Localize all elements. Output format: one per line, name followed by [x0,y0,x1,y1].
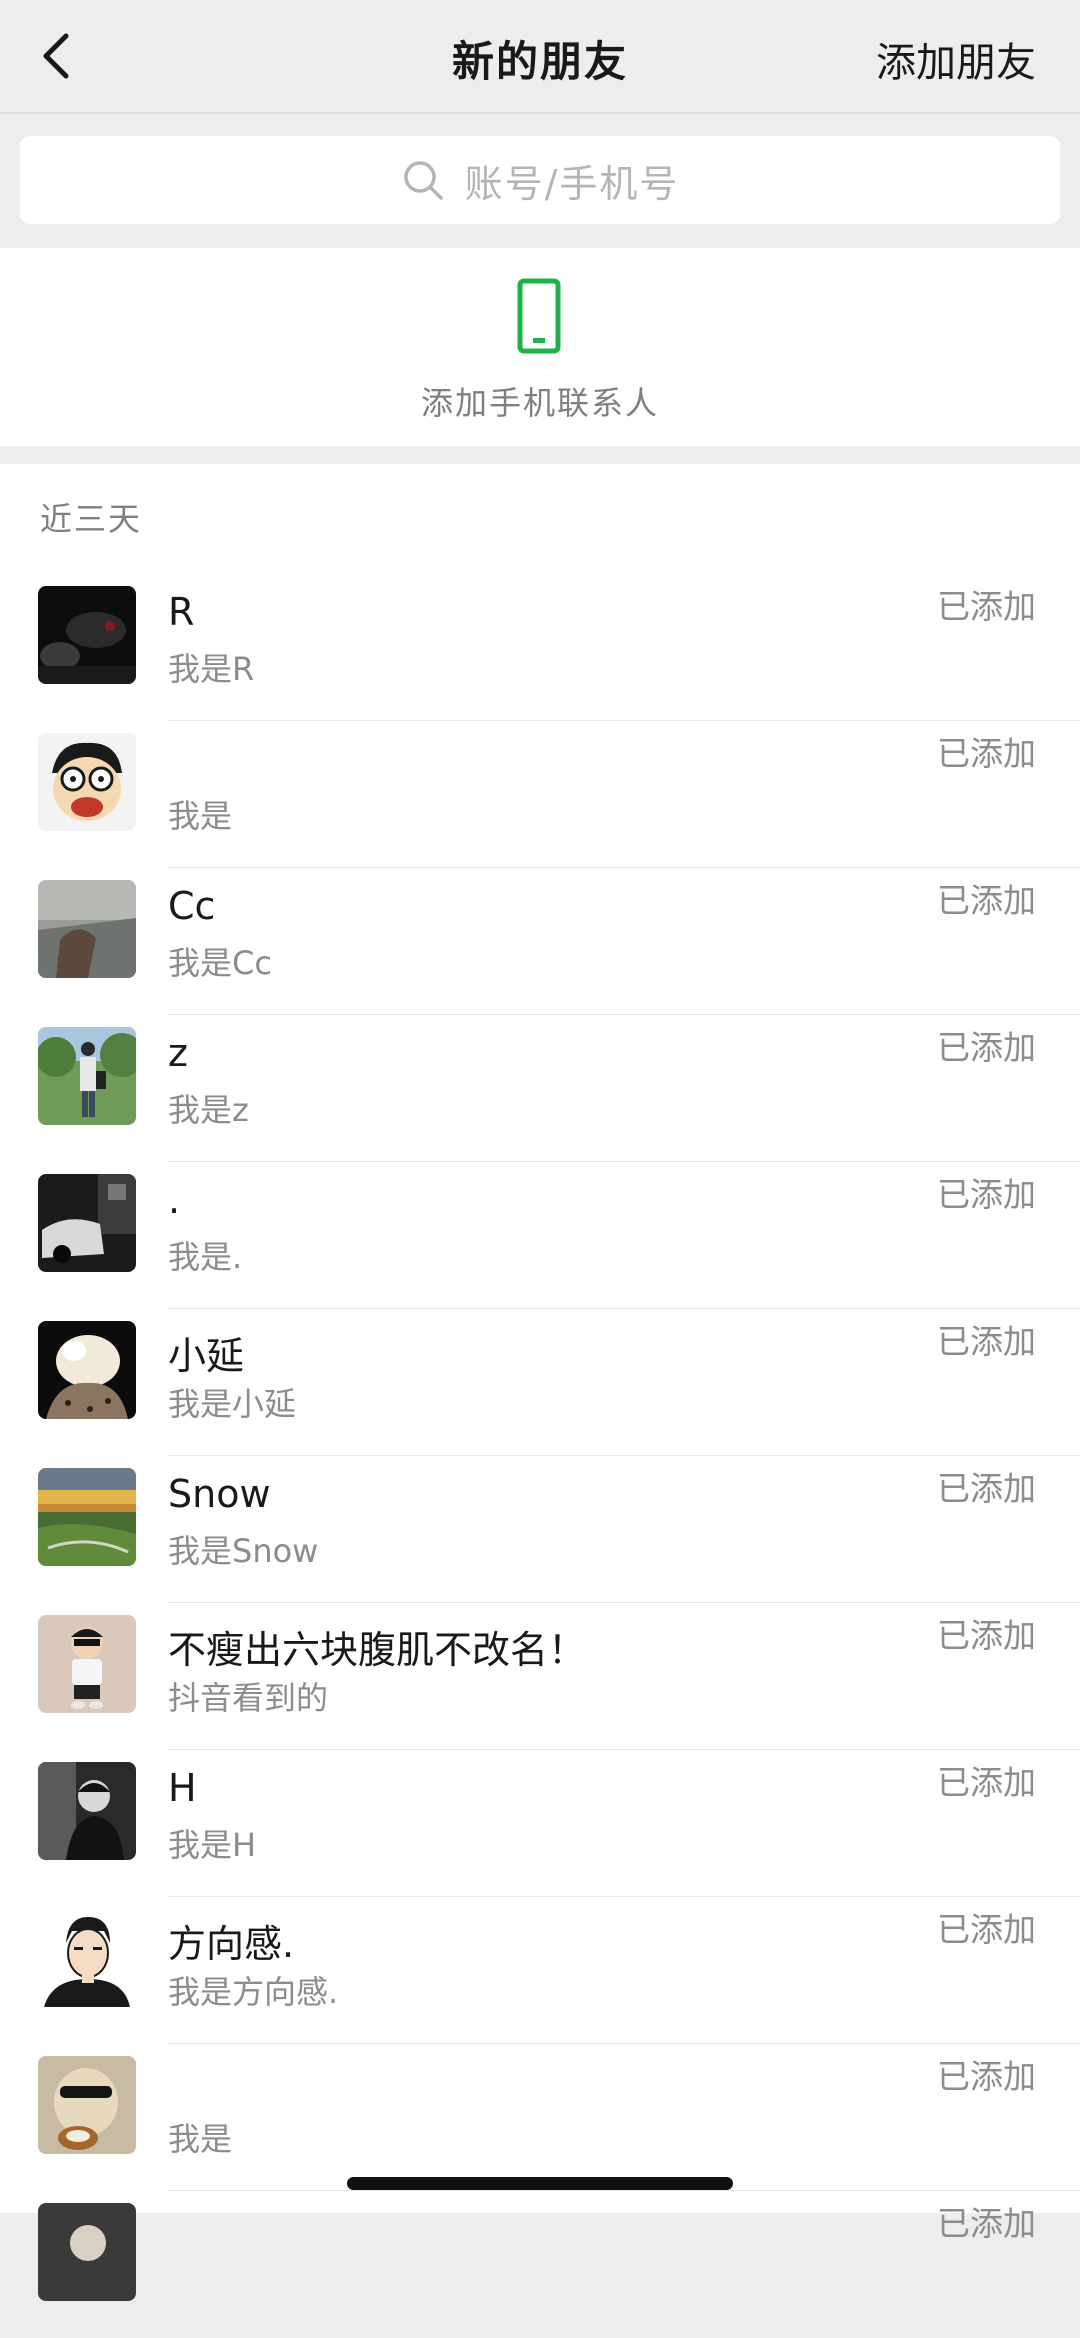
status-added: 已添加 [937,1028,1036,1067]
list-item[interactable]: 已添加 [0,2191,1080,2338]
search-input[interactable]: 账号/手机号 [20,136,1060,224]
status-added: 已添加 [937,1910,1036,1949]
list-item[interactable]: 不瘦出六块腹肌不改名！ 抖音看到的 已添加 [0,1603,1080,1750]
request-message: 我是R [168,650,255,688]
request-message: 我是 [168,797,233,835]
list-item[interactable]: Snow 我是Snow 已添加 [0,1456,1080,1603]
section-divider [0,446,1080,464]
status-added: 已添加 [937,1763,1036,1802]
list-item[interactable]: R 我是R 已添加 [0,574,1080,721]
contact-name: Snow [168,1472,271,1516]
list-item[interactable]: z 我是z 已添加 [0,1015,1080,1162]
home-indicator[interactable] [347,2177,733,2190]
avatar [38,2203,136,2301]
status-added: 已添加 [937,734,1036,773]
contact-name: 小延 [168,1334,245,1378]
request-message: 我是 [168,2120,233,2158]
avatar [38,880,136,978]
avatar [38,1468,136,1566]
status-added: 已添加 [937,1322,1036,1361]
phone-icon [517,278,561,354]
request-message: 我是H [168,1826,257,1864]
status-added: 已添加 [937,1469,1036,1508]
list-item[interactable]: 小延 我是小延 已添加 [0,1309,1080,1456]
request-message: 我是. [168,1238,243,1276]
avatar [38,1615,136,1713]
avatar [38,1027,136,1125]
list-item[interactable]: Cc 我是Cc 已添加 [0,868,1080,1015]
status-added: 已添加 [937,881,1036,920]
status-added: 已添加 [937,1616,1036,1655]
avatar [38,1909,136,2007]
request-message: 抖音看到的 [168,1679,329,1717]
search-placeholder: 账号/手机号 [464,161,680,206]
contact-name: 不瘦出六块腹肌不改名！ [168,1628,587,1672]
avatar [38,1174,136,1272]
request-message: 我是Snow [168,1532,319,1570]
avatar [38,733,136,831]
contact-name: H [168,1766,197,1810]
status-added: 已添加 [937,2204,1036,2243]
contact-name: Cc [168,884,216,928]
list-item[interactable]: . 我是. 已添加 [0,1162,1080,1309]
search-icon [403,161,443,200]
request-message: 我是z [168,1091,249,1129]
nav-bar: 新的朋友 添加朋友 [0,0,1080,114]
avatar [38,1321,136,1419]
list-item[interactable]: H 我是H 已添加 [0,1750,1080,1897]
search-bar: 账号/手机号 [0,114,1080,248]
section-header: 近三天 [40,500,143,538]
add-friend-button[interactable]: 添加朋友 [876,30,1036,88]
status-added: 已添加 [937,2057,1036,2096]
status-added: 已添加 [937,587,1036,626]
list-item[interactable]: 方向感. 我是方向感. 已添加 [0,1897,1080,2044]
contact-name: 方向感. [168,1922,295,1966]
add-phone-contacts-label: 添加手机联系人 [420,384,659,422]
request-message: 我是小延 [168,1385,297,1423]
friend-request-list: 近三天 R 我是R 已添加 我是 已添加 Cc 我是Cc 已添加 z 我是z 已… [0,464,1080,2301]
add-phone-contacts-button[interactable]: 添加手机联系人 [0,248,1080,446]
status-added: 已添加 [937,1175,1036,1214]
request-message: 我是Cc [168,944,272,982]
avatar [38,2056,136,2154]
avatar [38,586,136,684]
request-message: 我是方向感. [168,1973,339,2011]
list-item[interactable]: 我是 已添加 [0,721,1080,868]
contact-name: . [168,1178,181,1222]
avatar [38,1762,136,1860]
list-item[interactable]: 我是 已添加 [0,2044,1080,2191]
contact-name: z [168,1031,188,1075]
contact-name: R [168,590,195,634]
